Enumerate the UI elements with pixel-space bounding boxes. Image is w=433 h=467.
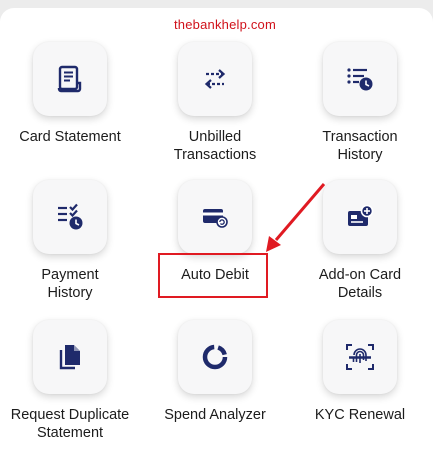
fingerprint-scan-icon	[323, 320, 397, 394]
tile-label-add-on-card-details: Add-on Card Details	[318, 267, 402, 301]
tile-label-card-statement: Card Statement	[19, 129, 121, 145]
tile-add-on-card-details[interactable]: Add-on Card Details	[290, 180, 430, 302]
tile-kyc-renewal[interactable]: KYC Renewal	[290, 320, 430, 424]
tile-label-request-duplicate-statement: Request Duplicate Statement	[10, 407, 130, 441]
checklist-clock-icon	[33, 180, 107, 254]
tile-payment-history[interactable]: Payment History	[0, 180, 140, 302]
watermark: thebankhelp.com	[173, 17, 276, 32]
add-card-icon	[323, 180, 397, 254]
tile-unbilled-transactions[interactable]: Unbilled Transactions	[145, 42, 285, 164]
highlight-box	[158, 253, 268, 298]
tile-label-payment-history: Payment History	[41, 267, 99, 301]
list-clock-icon	[323, 42, 397, 116]
screen: thebankhelp.com Card Statement Unbilled …	[0, 0, 433, 467]
tile-spend-analyzer[interactable]: Spend Analyzer	[145, 320, 285, 424]
tile-label-unbilled-transactions: Unbilled Transactions	[173, 129, 257, 163]
tile-label-transaction-history: Transaction History	[322, 129, 398, 163]
donut-chart-icon	[178, 320, 252, 394]
tile-transaction-history[interactable]: Transaction History	[290, 42, 430, 164]
card-autopay-icon	[178, 180, 252, 254]
swap-arrows-icon	[178, 42, 252, 116]
tile-request-duplicate-statement[interactable]: Request Duplicate Statement	[0, 320, 140, 442]
duplicate-document-icon	[33, 320, 107, 394]
tile-label-kyc-renewal: KYC Renewal	[314, 407, 406, 423]
receipt-icon	[33, 42, 107, 116]
tile-card-statement[interactable]: Card Statement	[0, 42, 140, 146]
tile-label-spend-analyzer: Spend Analyzer	[164, 407, 266, 423]
